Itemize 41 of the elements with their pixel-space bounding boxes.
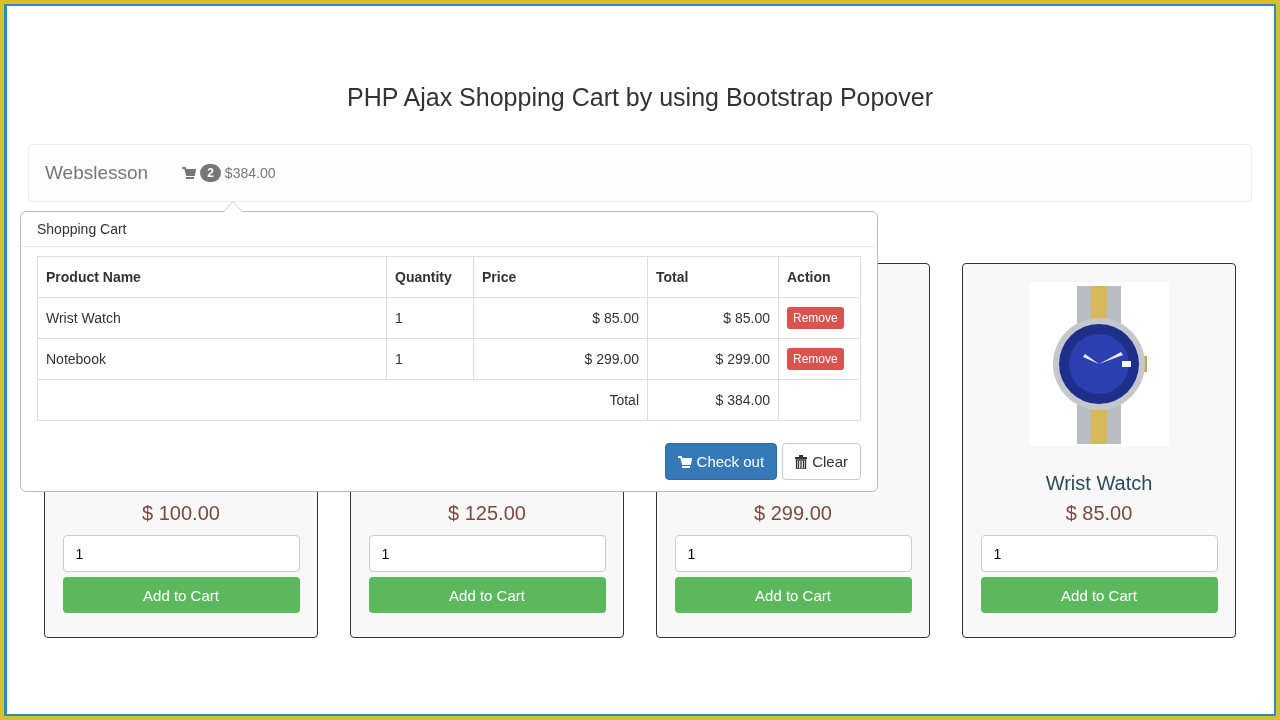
add-to-cart-button[interactable]: Add to Cart <box>980 577 1218 613</box>
quantity-field[interactable]: 1 <box>368 535 606 572</box>
remove-button[interactable]: Remove <box>787 348 844 370</box>
column-header: Product Name <box>37 256 387 298</box>
product-name: Wrist Watch <box>1045 472 1153 494</box>
table-cell: $ 85.00 <box>647 297 779 339</box>
popover-title: Shopping Cart <box>21 212 877 247</box>
quantity-field[interactable]: 1 <box>980 535 1218 572</box>
table-cell: 1 <box>386 297 474 339</box>
add-to-cart-button[interactable]: Add to Cart <box>62 577 300 613</box>
page-title: PHP Ajax Shopping Cart by using Bootstrap Popover <box>346 82 934 113</box>
checkout-button[interactable]: Check out <box>664 443 778 480</box>
column-header: Total <box>647 256 779 298</box>
product-price: $ 125.00 <box>448 502 526 525</box>
column-header: Action <box>778 256 861 298</box>
cart-icon <box>182 166 197 180</box>
table-cell: $ 299.00 <box>473 338 648 380</box>
brand-link[interactable]: Webslesson <box>45 162 149 184</box>
table-cell: Wrist Watch <box>37 297 387 339</box>
table-cell: 1 <box>386 338 474 380</box>
product-price: $ 85.00 <box>1065 502 1133 525</box>
product-price: $ 299.00 <box>754 502 832 525</box>
cart-link[interactable]: 2 $384.00 <box>182 164 276 182</box>
cart-count-badge: 2 <box>200 164 221 182</box>
remove-button[interactable]: Remove <box>787 307 844 329</box>
add-to-cart-button[interactable]: Add to Cart <box>674 577 912 613</box>
table-cell: $ 384.00 <box>647 379 779 421</box>
table-cell: $ 85.00 <box>473 297 648 339</box>
quantity-field[interactable]: 1 <box>674 535 912 572</box>
clear-button[interactable]: Clear <box>782 443 861 480</box>
column-header: Quantity <box>386 256 474 298</box>
table-cell: Notebook <box>37 338 387 380</box>
column-header: Price <box>473 256 648 298</box>
cart-total: $384.00 <box>224 165 276 181</box>
table-cell: $ 299.00 <box>647 338 779 380</box>
quantity-field[interactable]: 1 <box>62 535 300 572</box>
product-price: $ 100.00 <box>142 502 220 525</box>
table-cell: Total <box>37 379 648 421</box>
add-to-cart-button[interactable]: Add to Cart <box>368 577 606 613</box>
cart-icon <box>677 454 692 469</box>
trash-icon <box>795 454 808 469</box>
